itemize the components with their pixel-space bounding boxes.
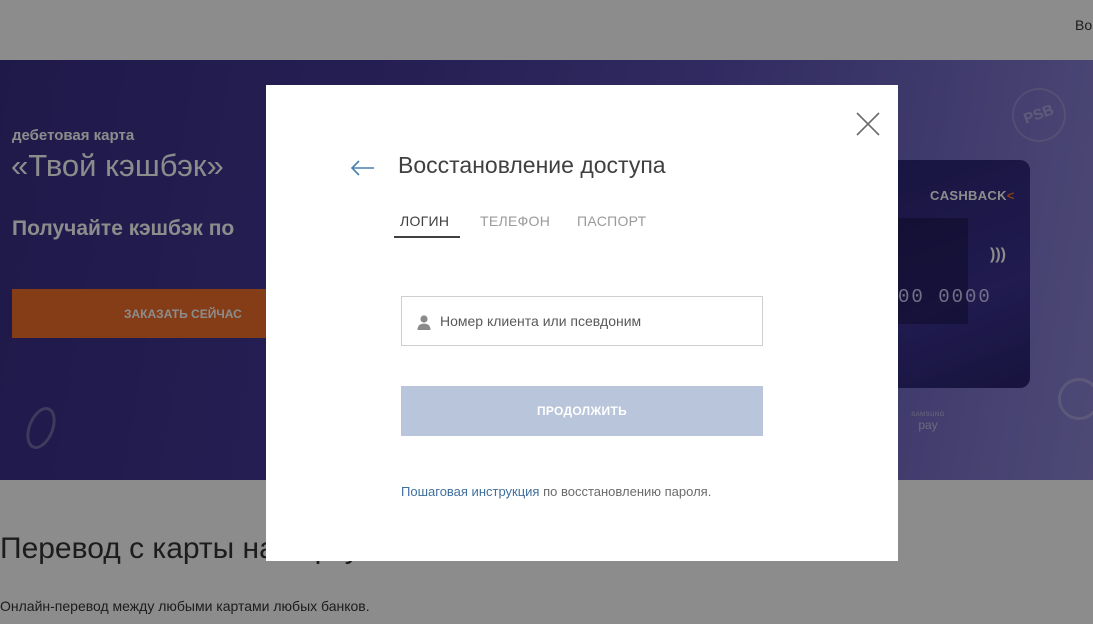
active-tab-indicator xyxy=(394,236,460,238)
back-arrow-icon[interactable] xyxy=(350,157,376,179)
step-by-step-instructions-link[interactable]: Пошаговая инструкция xyxy=(401,484,539,499)
user-icon xyxy=(417,315,431,330)
continue-button[interactable]: ПРОДОЛЖИТЬ xyxy=(401,386,763,436)
client-id-input[interactable] xyxy=(440,297,758,345)
back-arrow-graphic xyxy=(350,160,374,176)
dialog-title: Восстановление доступа xyxy=(398,152,666,178)
help-text: по восстановлению пароля. xyxy=(539,484,712,499)
tab-passport[interactable]: ПАСПОРТ xyxy=(577,213,647,229)
client-id-field-wrapper[interactable] xyxy=(401,296,763,346)
tab-login[interactable]: ЛОГИН xyxy=(400,213,449,229)
close-icon[interactable] xyxy=(855,111,881,137)
tab-phone[interactable]: ТЕЛЕФОН xyxy=(480,213,550,229)
access-recovery-dialog: Восстановление доступа ЛОГИН ТЕЛЕФОН ПАС… xyxy=(266,85,898,561)
close-icon-graphic xyxy=(856,112,880,136)
password-recovery-help: Пошаговая инструкция по восстановлению п… xyxy=(401,484,711,499)
